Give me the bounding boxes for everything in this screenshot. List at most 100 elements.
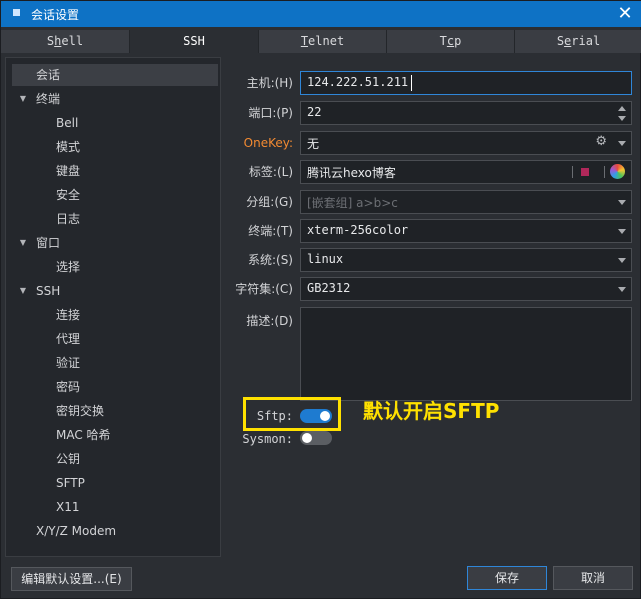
tree-item-mode[interactable]: 模式	[56, 136, 80, 158]
category-tree: 会话 ▼ 终端 Bell 模式 键盘 安全 日志 ▼ 窗口 选择 ▼ SSH 连…	[5, 57, 221, 557]
tree-label: Bell	[56, 116, 79, 130]
tree-label: MAC 哈希	[56, 428, 111, 442]
tab-tcp[interactable]: Tcp	[387, 30, 515, 53]
tab-text: rial	[571, 34, 601, 48]
terminal-label: 终端:(T)	[248, 224, 293, 238]
host-label: 主机:(H)	[246, 76, 293, 90]
color-swatch-icon[interactable]	[581, 168, 589, 176]
tab-shell[interactable]: Shell	[1, 30, 130, 53]
tree-label: SFTP	[56, 476, 85, 490]
tree-item-pubkey[interactable]: 公钥	[56, 448, 80, 470]
tag-value: 腾讯云hexo博客	[307, 166, 396, 180]
tree-item-auth[interactable]: 验证	[56, 352, 80, 374]
chevron-down-icon[interactable]	[618, 229, 626, 234]
tree-label: 安全	[56, 188, 81, 202]
highlight-box	[243, 397, 341, 431]
port-value: 22	[307, 105, 322, 119]
edit-default-settings-button[interactable]: 编辑默认设置...(E)	[11, 567, 132, 591]
terminal-value: xterm-256color	[307, 223, 409, 237]
close-icon[interactable]: ✕	[614, 3, 636, 25]
tree-label: 代理	[56, 332, 81, 346]
system-select[interactable]: linux	[300, 248, 632, 272]
tree-item-bell[interactable]: Bell	[56, 112, 78, 134]
tree-item-connection[interactable]: 连接	[56, 304, 80, 326]
port-label: 端口:(P)	[248, 106, 293, 120]
tree-item-security[interactable]: 安全	[56, 184, 80, 206]
tab-telnet[interactable]: Telnet	[259, 30, 387, 53]
tree-item-ssh[interactable]: SSH	[36, 280, 60, 302]
tree-item-mac[interactable]: MAC 哈希	[56, 424, 111, 446]
spin-down-icon[interactable]	[618, 116, 626, 121]
tag-label: 标签:(L)	[248, 165, 293, 179]
tree-item-password[interactable]: 密码	[56, 376, 80, 398]
tree-item-xyz-modem[interactable]: X/Y/Z Modem	[36, 520, 116, 542]
tab-ssh[interactable]: SSH	[130, 30, 259, 53]
sysmon-label: Sysmon:	[242, 432, 293, 446]
collapse-icon[interactable]: ▼	[18, 232, 28, 254]
tree-label: 连接	[56, 308, 81, 322]
tree-item-sftp[interactable]: SFTP	[56, 472, 85, 494]
tree-label: 模式	[56, 140, 81, 154]
tab-serial[interactable]: Serial	[515, 30, 641, 53]
tree-label: X11	[56, 500, 80, 514]
tag-input[interactable]: 腾讯云hexo博客	[300, 160, 632, 184]
protocol-tabs: Shell SSH Telnet Tcp Serial	[1, 30, 641, 53]
color-palette-icon[interactable]	[610, 164, 625, 179]
collapse-icon[interactable]: ▼	[18, 280, 28, 302]
tab-text: T	[439, 34, 447, 48]
onekey-select[interactable]: 无 ⚙	[300, 131, 632, 155]
tree-item-kex[interactable]: 密钥交换	[56, 400, 104, 422]
spin-up-icon[interactable]	[618, 106, 626, 111]
collapse-icon[interactable]: ▼	[18, 88, 28, 110]
tree-item-session[interactable]: 会话	[12, 64, 218, 86]
tree-item-log[interactable]: 日志	[56, 208, 80, 230]
charset-select[interactable]: GB2312	[300, 277, 632, 301]
group-label: 分组:(G)	[246, 195, 293, 209]
tree-label: 密码	[56, 380, 81, 394]
terminal-type-select[interactable]: xterm-256color	[300, 219, 632, 243]
chevron-down-icon[interactable]	[618, 258, 626, 263]
port-stepper[interactable]: 22	[300, 101, 632, 125]
host-value: 124.222.51.211	[307, 75, 409, 89]
session-settings-dialog: 会话设置 ✕ Shell SSH Telnet Tcp Serial 会话 ▼ …	[0, 0, 641, 599]
chevron-down-icon[interactable]	[618, 200, 626, 205]
tree-item-keyboard[interactable]: 键盘	[56, 160, 80, 182]
tree-item-window[interactable]: 窗口	[36, 232, 60, 254]
tree-label: 验证	[56, 356, 81, 370]
tab-text: S	[556, 34, 565, 48]
tree-label: 终端	[36, 92, 61, 106]
tab-text: ell	[61, 34, 84, 48]
divider	[572, 166, 573, 178]
onekey-value: 无	[307, 137, 320, 151]
app-icon	[13, 9, 20, 16]
tree-label: 会话	[36, 68, 61, 82]
tab-text: p	[454, 34, 462, 48]
tree-label: 公钥	[56, 452, 81, 466]
charset-label: 字符集:(C)	[235, 282, 293, 296]
group-placeholder: [嵌套组] a>b>c	[307, 196, 398, 210]
save-button[interactable]: 保存	[467, 566, 547, 590]
tree-label: 选择	[56, 260, 81, 274]
tree-item-select[interactable]: 选择	[56, 256, 80, 278]
tree-label: 日志	[56, 212, 81, 226]
window-title: 会话设置	[31, 8, 80, 22]
tree-item-proxy[interactable]: 代理	[56, 328, 80, 350]
text-cursor	[411, 75, 412, 91]
chevron-down-icon[interactable]	[618, 287, 626, 292]
tree-label: X/Y/Z Modem	[36, 524, 117, 538]
sysmon-toggle[interactable]	[300, 431, 332, 445]
tree-item-terminal[interactable]: 终端	[36, 88, 60, 110]
gear-icon[interactable]: ⚙	[595, 134, 607, 149]
tab-text: T	[300, 34, 309, 48]
annotation-text: 默认开启SFTP	[363, 399, 500, 423]
cancel-button[interactable]: 取消	[553, 566, 633, 590]
host-input[interactable]: 124.222.51.211	[300, 71, 632, 95]
tree-label: 密钥交换	[56, 404, 105, 418]
toggle-knob	[302, 433, 312, 443]
chevron-down-icon[interactable]	[618, 141, 626, 146]
description-textarea[interactable]	[300, 307, 632, 401]
tab-text: elnet	[308, 34, 345, 48]
tree-item-x11[interactable]: X11	[56, 496, 80, 518]
divider	[604, 166, 605, 178]
group-select[interactable]: [嵌套组] a>b>c	[300, 190, 632, 214]
